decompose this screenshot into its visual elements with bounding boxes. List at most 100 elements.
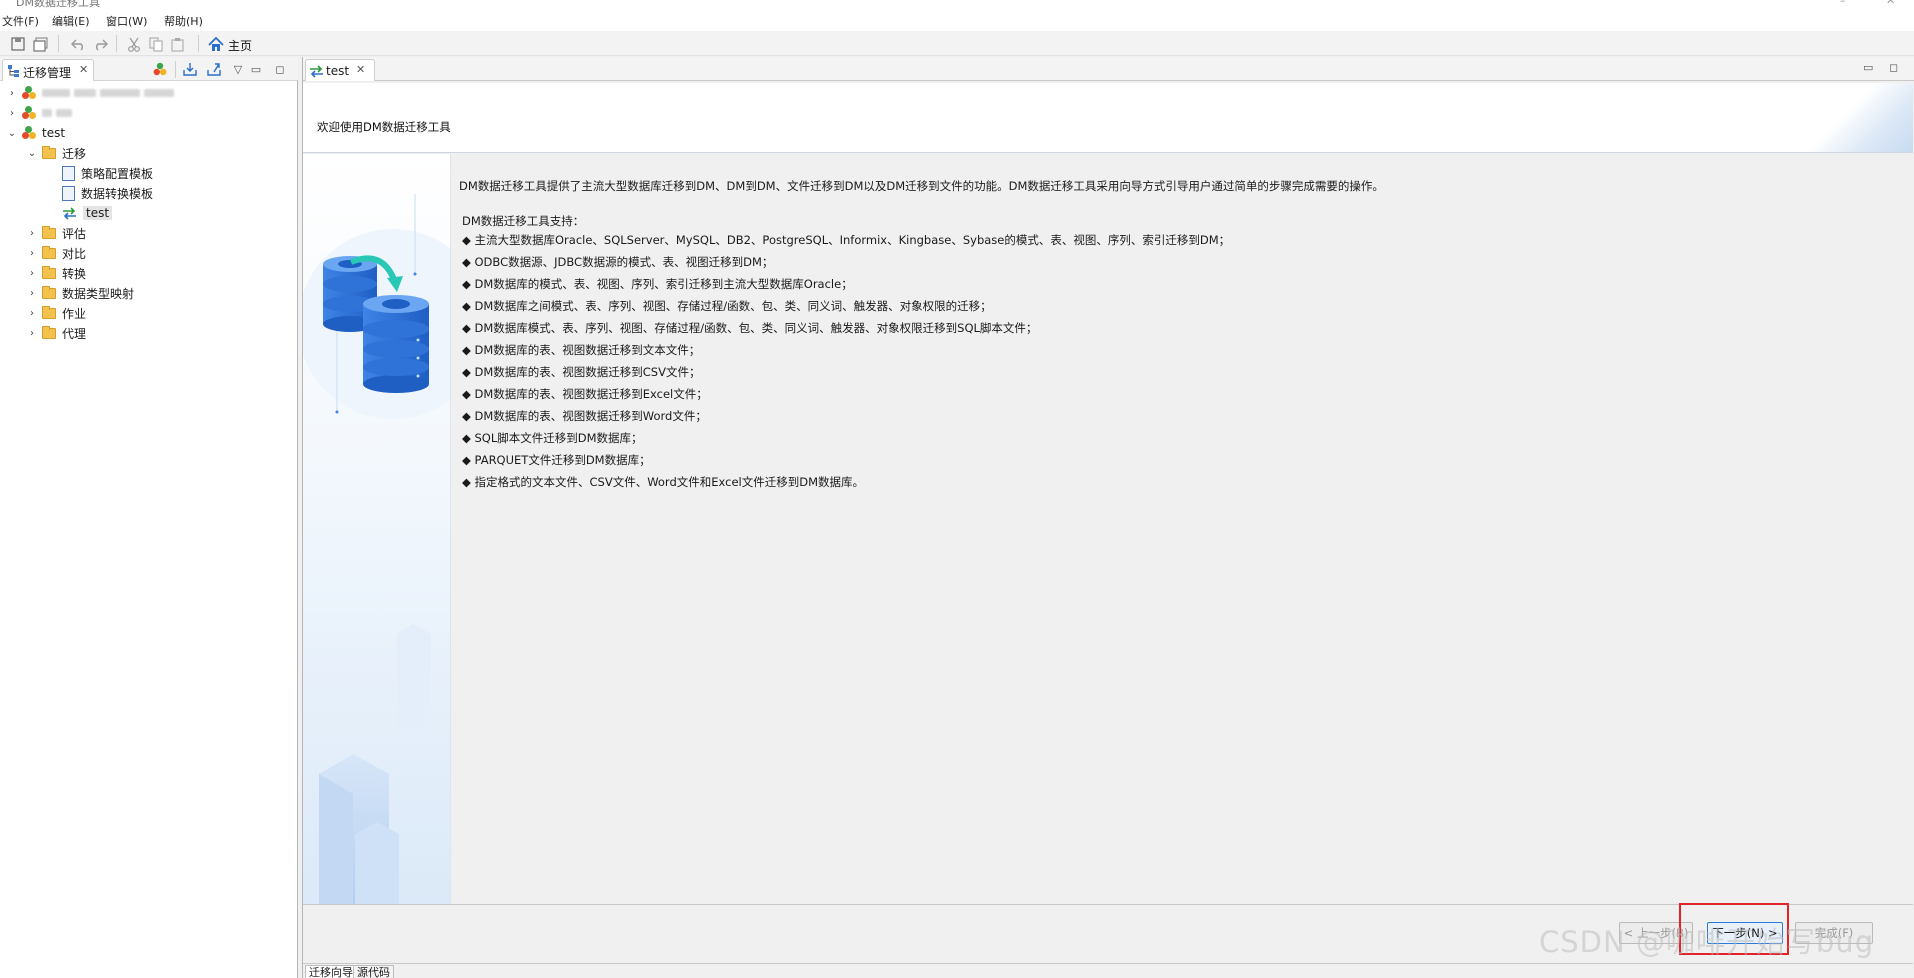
redo-icon[interactable]	[92, 36, 108, 52]
maximize-view-icon[interactable]: ◻	[272, 61, 288, 77]
close-button[interactable]: ✕	[1886, 0, 1895, 7]
collapse-icon[interactable]: ⌄	[26, 147, 38, 159]
migration-arrows-icon	[310, 65, 323, 78]
expand-icon[interactable]: ›	[26, 247, 38, 259]
save-icon[interactable]	[10, 36, 26, 52]
menu-file[interactable]: 文件(F)	[2, 13, 39, 29]
header-decoration	[1803, 83, 1913, 152]
tree-node-label: 数据转换模板	[81, 186, 154, 201]
support-item: ◆ DM数据库的表、视图数据迁移到Word文件；	[462, 409, 707, 423]
view-menu-icon[interactable]: ▽	[230, 61, 246, 77]
menu-edit[interactable]: 编辑(E)	[52, 13, 90, 29]
menu-help[interactable]: 帮助(H)	[164, 13, 203, 29]
tree-node-test-connection[interactable]: ⌄ test	[6, 124, 65, 142]
close-tab-icon[interactable]: ✕	[79, 63, 88, 76]
tree-node-label: 对比	[62, 246, 87, 261]
tree-view-icon	[8, 65, 19, 77]
wizard-header: 欢迎使用DM数据迁移工具	[303, 83, 1913, 153]
support-item: ◆ DM数据库的表、视图数据迁移到CSV文件；	[462, 365, 701, 379]
paste-icon[interactable]	[170, 36, 186, 52]
support-item: ◆ DM数据库之间模式、表、序列、视图、存储过程/函数、包、类、同义词、触发器、…	[462, 299, 992, 313]
support-item: ◆ DM数据库模式、表、序列、视图、存储过程/函数、包、类、同义词、触发器、对象…	[462, 321, 1038, 335]
support-heading: DM数据迁移工具支持：	[462, 214, 585, 228]
expand-icon[interactable]: ›	[6, 107, 18, 119]
support-item: ◆ DM数据库的表、视图数据迁移到Excel文件；	[462, 387, 708, 401]
wizard-illustration	[303, 154, 451, 904]
expand-icon[interactable]: ›	[6, 87, 18, 99]
tree-node-connection-2[interactable]: ›	[6, 104, 76, 122]
menu-window[interactable]: 窗口(W)	[106, 13, 147, 29]
expand-icon[interactable]: ›	[26, 327, 38, 339]
tab-test[interactable]: test ✕	[305, 59, 375, 81]
folder-icon	[42, 225, 56, 239]
minimize-button[interactable]: –	[1840, 0, 1846, 7]
collapse-icon[interactable]: ⌄	[6, 127, 18, 139]
window-title: DM数据迁移工具	[16, 0, 100, 9]
maximize-editor-icon[interactable]: ◻	[1889, 61, 1898, 74]
export-icon[interactable]	[206, 61, 222, 77]
tree-node-compare-folder[interactable]: › 对比	[26, 244, 86, 262]
support-item: ◆ DM数据库的表、视图数据迁移到文本文件；	[462, 343, 701, 357]
wizard-content: DM数据迁移工具提供了主流大型数据库迁移到DM、DM到DM、文件迁移到DM以及D…	[451, 154, 1913, 904]
wizard-divider	[303, 904, 1913, 905]
tab-migration-wizard[interactable]: 迁移向导	[305, 965, 357, 978]
copy-icon[interactable]	[148, 36, 164, 52]
minimize-view-icon[interactable]: ▭	[248, 61, 264, 77]
template-icon	[62, 185, 75, 201]
undo-icon[interactable]	[70, 36, 86, 52]
tree-node-connection-1[interactable]: ›	[6, 84, 178, 102]
tab-migration-manager[interactable]: 迁移管理 ✕	[2, 59, 94, 81]
home-button-label[interactable]: 主页	[228, 37, 252, 54]
support-item: ◆ SQL脚本文件迁移到DM数据库；	[462, 431, 643, 445]
save-all-icon[interactable]	[32, 36, 48, 52]
tree-node-job-folder[interactable]: › 作业	[26, 304, 86, 322]
support-item: ◆ ODBC数据源、JDBC数据源的模式、表、视图迁移到DM；	[462, 255, 774, 269]
tab-source-code[interactable]: 源代码	[353, 965, 394, 978]
tree-node-label: test	[42, 126, 66, 140]
editor-area: test ✕ ▭ ◻ 欢迎使用DM数据迁移工具 DM数据迁移工具提供了主流大型数…	[302, 57, 1914, 978]
minimize-editor-icon[interactable]: ▭	[1863, 61, 1873, 74]
panel-tabbar: 迁移管理 ✕ ▽ ▭ ◻	[0, 57, 298, 81]
close-tab-icon[interactable]: ✕	[356, 63, 365, 76]
cut-icon[interactable]	[126, 36, 142, 52]
tree-node-label: 策略配置模板	[81, 166, 154, 181]
tree-node-assess-folder[interactable]: › 评估	[26, 224, 86, 242]
tree-node-strategy-template[interactable]: 策略配置模板	[62, 164, 153, 182]
tree-node-test-migration[interactable]: test	[62, 204, 113, 222]
import-icon[interactable]	[182, 61, 198, 77]
window-titlebar: DM数据迁移工具 – ✕	[0, 0, 1914, 10]
tree-node-label: 数据类型映射	[62, 286, 135, 301]
database-icon	[22, 106, 36, 120]
tree-node-label: 作业	[62, 306, 87, 321]
support-item: ◆ 主流大型数据库Oracle、SQLServer、MySQL、DB2、Post…	[462, 233, 1231, 247]
tree-node-label: test	[83, 206, 113, 220]
editor-bottom-tabs: 迁移向导 源代码	[303, 963, 1913, 978]
expand-icon[interactable]: ›	[26, 287, 38, 299]
wizard-title: 欢迎使用DM数据迁移工具	[317, 120, 451, 134]
folder-icon	[42, 305, 56, 319]
expand-icon[interactable]: ›	[26, 267, 38, 279]
expand-icon[interactable]: ›	[26, 307, 38, 319]
home-icon[interactable]	[208, 36, 224, 52]
database-icon	[22, 86, 36, 100]
tree-node-typemap-folder[interactable]: › 数据类型映射	[26, 284, 134, 302]
tree-node-label: 转换	[62, 266, 87, 281]
connect-db-icon[interactable]	[152, 61, 168, 77]
tree-node-convert-template[interactable]: 数据转换模板	[62, 184, 153, 202]
tree-node-label: 迁移	[62, 146, 87, 161]
tree-node-migrate-folder[interactable]: ⌄ 迁移	[26, 144, 86, 162]
folder-icon	[42, 325, 56, 339]
tree-node-label: 代理	[62, 326, 87, 341]
expand-icon[interactable]: ›	[26, 227, 38, 239]
tree-node-agent-folder[interactable]: › 代理	[26, 324, 86, 342]
support-item: ◆ DM数据库的模式、表、视图、序列、索引迁移到主流大型数据库Oracle；	[462, 277, 853, 291]
folder-icon	[42, 145, 56, 159]
tree-node-convert-folder[interactable]: › 转换	[26, 264, 86, 282]
main-toolbar: 主页	[0, 31, 1914, 56]
tab-label: test	[326, 64, 350, 78]
watermark: CSDN @咖啡开始写bug	[1539, 925, 1875, 959]
menu-bar: 文件(F) 编辑(E) 窗口(W) 帮助(H)	[0, 10, 1914, 31]
intro-text: DM数据迁移工具提供了主流大型数据库迁移到DM、DM到DM、文件迁移到DM以及D…	[459, 179, 1384, 193]
template-icon	[62, 165, 75, 181]
editor-tabbar: test ✕ ▭ ◻	[303, 57, 1914, 81]
